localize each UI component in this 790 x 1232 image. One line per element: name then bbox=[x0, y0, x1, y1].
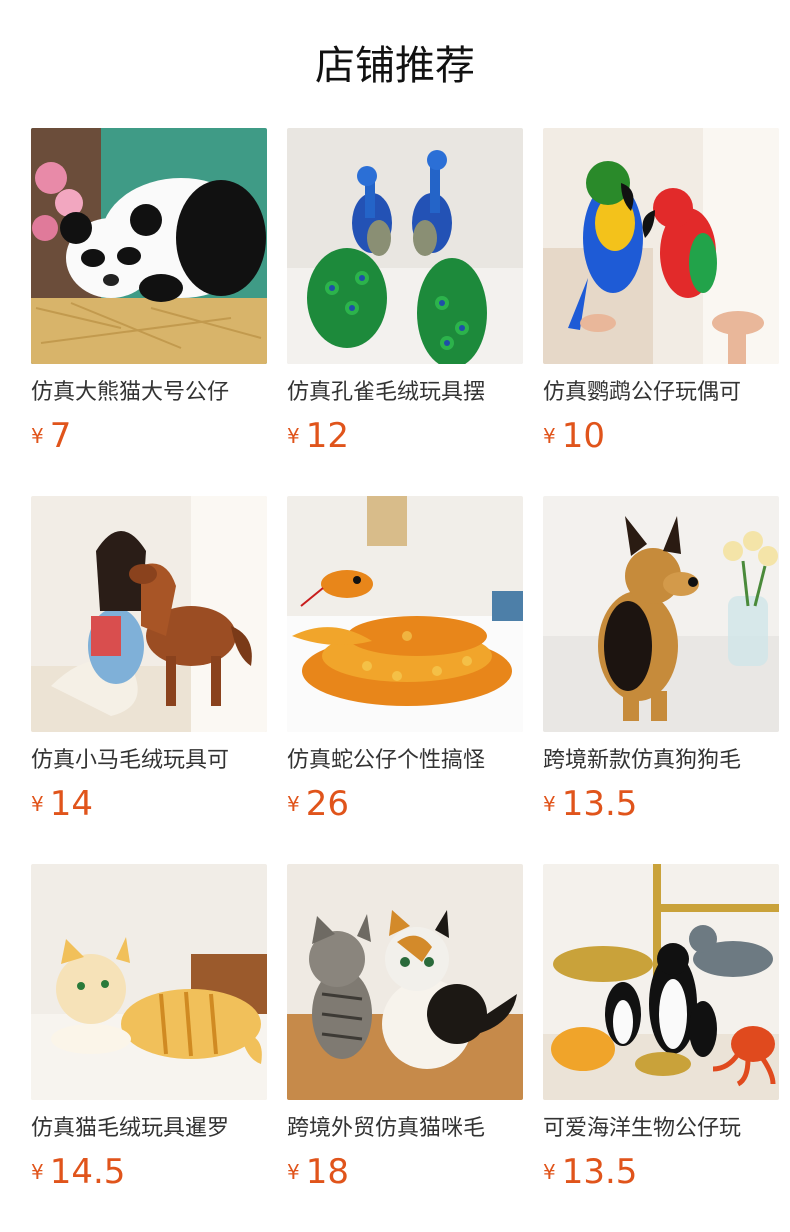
currency-symbol: ¥ bbox=[287, 792, 300, 816]
price-value: 13.5 bbox=[561, 784, 638, 824]
product-image[interactable] bbox=[543, 128, 779, 364]
price-value: 14.5 bbox=[49, 1152, 126, 1192]
product-image[interactable] bbox=[543, 496, 779, 732]
currency-symbol: ¥ bbox=[287, 424, 300, 448]
product-price: ¥26 bbox=[287, 786, 349, 822]
currency-symbol: ¥ bbox=[31, 1160, 44, 1184]
currency-symbol: ¥ bbox=[543, 792, 556, 816]
panda-plush-image bbox=[31, 128, 267, 364]
sea-animals-plush-image bbox=[543, 864, 779, 1100]
store-recommendations-page: 店铺推荐 仿真大熊猫大号公仔 ¥ 7 仿真孔雀毛绒玩具摆 ¥ 12 仿真鹦鹉公仔… bbox=[0, 0, 790, 1232]
product-price: ¥13.5 bbox=[543, 1154, 637, 1190]
product-image[interactable] bbox=[31, 128, 267, 364]
product-price: ¥18 bbox=[287, 1154, 349, 1190]
currency-symbol: ¥ bbox=[287, 1160, 300, 1184]
page-title: 店铺推荐 bbox=[315, 43, 475, 89]
price-value: 14 bbox=[49, 784, 93, 824]
product-card[interactable]: 跨境外贸仿真猫咪毛 ¥18 bbox=[287, 864, 523, 1194]
snake-plush-image bbox=[287, 496, 523, 732]
peacock-plush-image bbox=[287, 128, 523, 364]
product-card[interactable]: 仿真孔雀毛绒玩具摆 ¥12 bbox=[287, 128, 523, 458]
product-image[interactable] bbox=[31, 864, 267, 1100]
product-price: ¥12 bbox=[287, 418, 349, 454]
kitten-plush-image bbox=[287, 864, 523, 1100]
currency-symbol: ¥ bbox=[31, 424, 44, 448]
product-price: ¥10 bbox=[543, 418, 605, 454]
dog-plush-image bbox=[543, 496, 779, 732]
product-name[interactable]: 跨境外贸仿真猫咪毛 bbox=[287, 1114, 523, 1144]
product-price: ¥14 bbox=[31, 786, 93, 822]
product-name[interactable]: 可爱海洋生物公仔玩 bbox=[543, 1114, 779, 1144]
product-name[interactable]: 仿真蛇公仔个性搞怪 bbox=[287, 746, 523, 776]
horse-plush-image bbox=[31, 496, 267, 732]
product-image[interactable] bbox=[287, 496, 523, 732]
price-value: 12 bbox=[305, 416, 349, 456]
price-value: 7 bbox=[49, 416, 72, 456]
product-card[interactable]: 仿真小马毛绒玩具可 ¥14 bbox=[31, 496, 267, 826]
currency-symbol: ¥ bbox=[543, 424, 556, 448]
product-card[interactable]: 仿真猫毛绒玩具暹罗 ¥14.5 bbox=[31, 864, 267, 1194]
product-price: ¥14.5 bbox=[31, 1154, 125, 1190]
product-card[interactable]: 跨境新款仿真狗狗毛 ¥13.5 bbox=[543, 496, 779, 826]
product-image[interactable] bbox=[287, 864, 523, 1100]
cat-plush-image bbox=[31, 864, 267, 1100]
product-image[interactable] bbox=[287, 128, 523, 364]
product-name[interactable]: 跨境新款仿真狗狗毛 bbox=[543, 746, 779, 776]
product-price: ¥7 bbox=[31, 418, 71, 454]
price-value: 13.5 bbox=[561, 1152, 638, 1192]
product-name[interactable]: 仿真孔雀毛绒玩具摆 bbox=[287, 378, 523, 408]
product-card[interactable]: 仿真鹦鹉公仔玩偶可 ¥10 bbox=[543, 128, 779, 458]
price-value: 10 bbox=[561, 416, 605, 456]
product-card[interactable]: 可爱海洋生物公仔玩 ¥13.5 bbox=[543, 864, 779, 1194]
price-value: 26 bbox=[305, 784, 349, 824]
product-name[interactable]: 仿真大熊猫大号公仔 bbox=[31, 378, 267, 408]
product-image[interactable] bbox=[543, 864, 779, 1100]
currency-symbol: ¥ bbox=[31, 792, 44, 816]
product-name[interactable]: 仿真猫毛绒玩具暹罗 bbox=[31, 1114, 267, 1144]
price-value: 18 bbox=[305, 1152, 349, 1192]
currency-symbol: ¥ bbox=[543, 1160, 556, 1184]
product-card[interactable]: 仿真蛇公仔个性搞怪 ¥26 bbox=[287, 496, 523, 826]
product-price: ¥13.5 bbox=[543, 786, 637, 822]
product-image[interactable] bbox=[31, 496, 267, 732]
product-name[interactable]: 仿真鹦鹉公仔玩偶可 bbox=[543, 378, 779, 408]
parrot-plush-image bbox=[543, 128, 779, 364]
product-card[interactable]: 仿真大熊猫大号公仔 ¥7 bbox=[31, 128, 267, 458]
product-name[interactable]: 仿真小马毛绒玩具可 bbox=[31, 746, 267, 776]
